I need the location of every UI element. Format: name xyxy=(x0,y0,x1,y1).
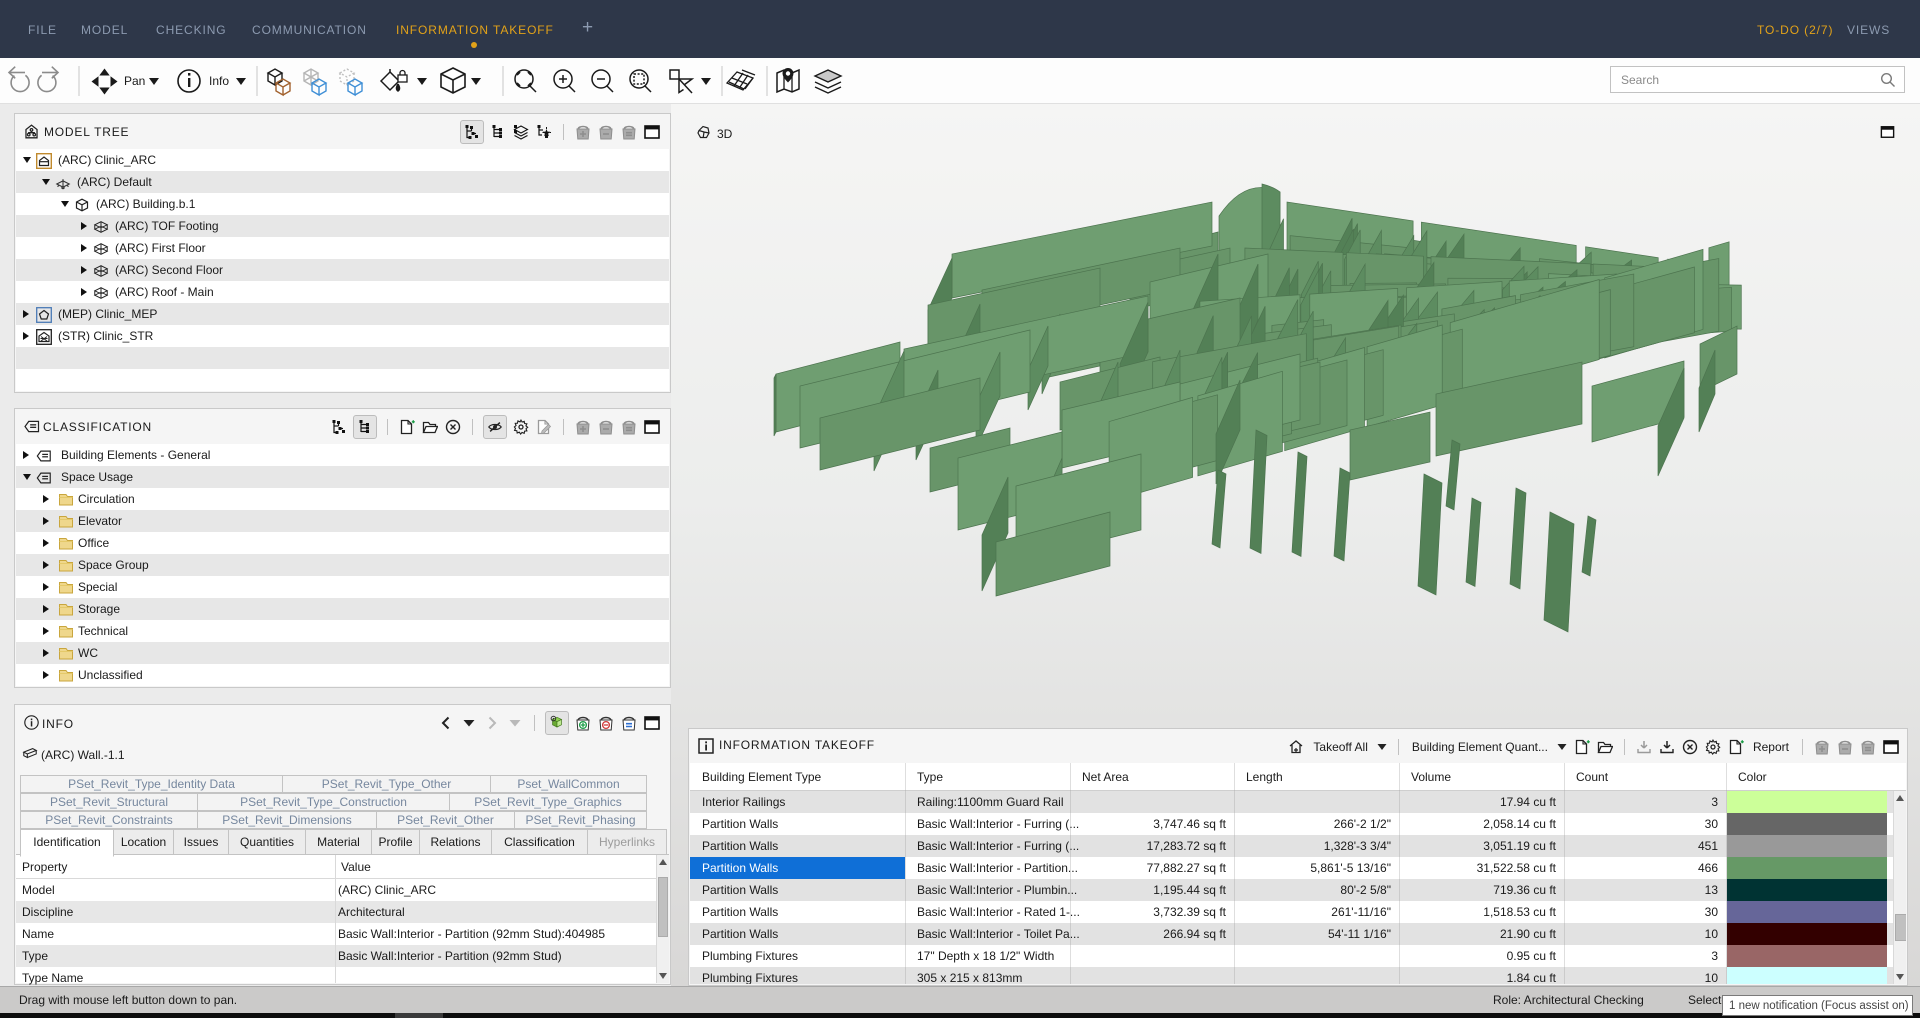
svg-text:Pan: Pan xyxy=(124,74,145,88)
svg-text:Info: Info xyxy=(209,74,229,88)
